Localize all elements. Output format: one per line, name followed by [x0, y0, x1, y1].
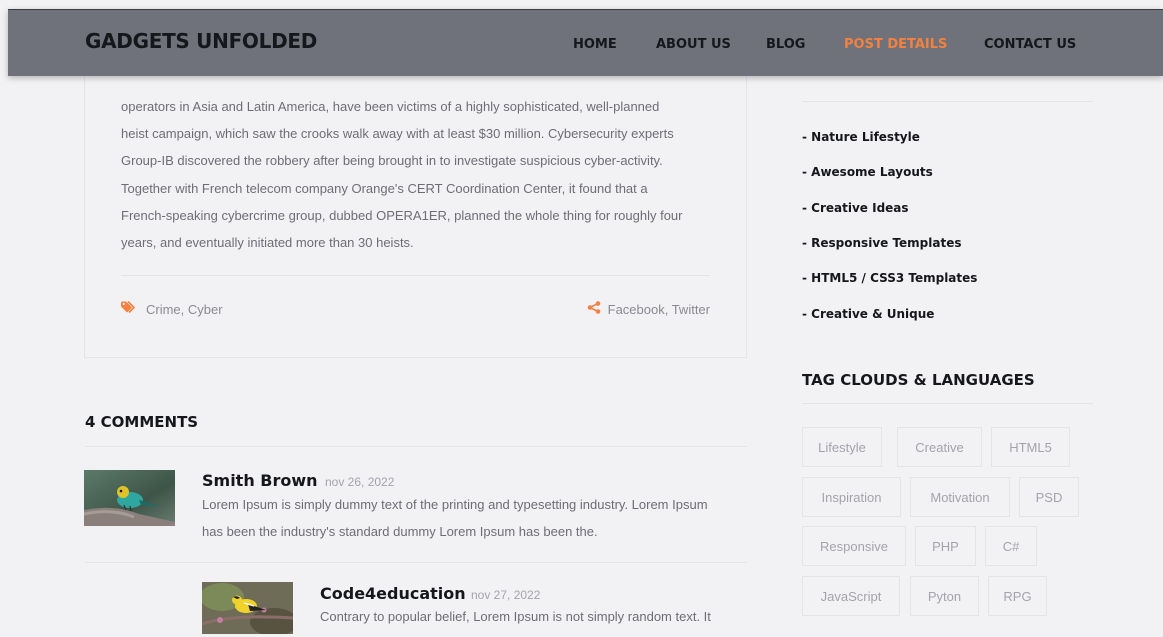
- comment-avatar-bird-image: [202, 582, 293, 634]
- post-line: years, and eventually initiated more tha…: [121, 235, 414, 251]
- site-header: GADGETS UNFOLDED HOME ABOUT US BLOG POST…: [8, 9, 1163, 76]
- tag-cloud-item[interactable]: PSD: [1019, 477, 1079, 517]
- post-divider: [121, 275, 710, 276]
- sidebar-category-link[interactable]: - HTML5 / CSS3 Templates: [802, 271, 977, 285]
- post-line: Together with French telecom company Ora…: [121, 180, 648, 196]
- comments-divider: [85, 446, 747, 447]
- post-tags-link[interactable]: Crime, Cyber: [146, 302, 223, 317]
- post-share: Facebook, Twitter: [587, 301, 710, 317]
- tag-cloud-item[interactable]: Inspiration: [802, 477, 901, 517]
- sidebar-divider: [802, 101, 1093, 102]
- post-body: operators in Asia and Latin America, hav…: [121, 93, 721, 256]
- sidebar-category-link[interactable]: - Creative & Unique: [802, 307, 934, 321]
- tag-cloud-item[interactable]: Motivation: [910, 477, 1010, 517]
- post-line: operators in Asia and Latin America, hav…: [121, 99, 660, 114]
- tag-cloud-item[interactable]: RPG: [988, 576, 1047, 616]
- sidebar-category-link[interactable]: - Creative Ideas: [802, 201, 909, 215]
- post-line: heist campaign, which saw the crooks wal…: [121, 126, 674, 142]
- sidebar-partial-content: [802, 76, 902, 82]
- tag-cloud-item[interactable]: JavaScript: [802, 576, 900, 616]
- comments-title: 4 COMMENTS: [85, 413, 199, 431]
- comment-date: nov 26, 2022: [325, 475, 395, 489]
- share-icon: [587, 301, 601, 317]
- tag-cloud-item[interactable]: C#: [985, 526, 1037, 566]
- tag-cloud-item[interactable]: PHP: [915, 526, 976, 566]
- comment-author: Code4education: [320, 584, 466, 603]
- sidebar-category-link[interactable]: - Nature Lifestyle: [802, 130, 920, 144]
- nav-item-contact-us[interactable]: CONTACT US: [984, 37, 1076, 52]
- comment-author: Smith Brown: [202, 471, 318, 490]
- post-share-links[interactable]: Facebook, Twitter: [608, 302, 710, 317]
- post-tags: Crime, Cyber: [121, 300, 223, 317]
- nav-item-about-us[interactable]: ABOUT US: [656, 37, 731, 52]
- sidebar-category-link[interactable]: - Responsive Templates: [802, 236, 962, 250]
- post-line: French-speaking cybercrime group, dubbed…: [121, 207, 683, 223]
- tag-cloud-item[interactable]: HTML5: [991, 427, 1070, 467]
- tag-cloud-item[interactable]: Lifestyle: [802, 427, 882, 467]
- comment-line: has been the industry's standard dummy L…: [202, 524, 598, 539]
- comment-separator: [85, 562, 747, 563]
- comment-date: nov 27, 2022: [471, 588, 541, 602]
- comment-text: Contrary to popular belief, Lorem Ipsum …: [320, 603, 747, 630]
- nav-item-post-details[interactable]: POST DETAILS: [844, 37, 947, 52]
- nav-item-blog[interactable]: BLOG: [766, 37, 805, 52]
- sidebar-divider: [802, 403, 1093, 404]
- site-logo[interactable]: GADGETS UNFOLDED: [85, 29, 317, 53]
- tag-cloud-item[interactable]: Responsive: [802, 526, 906, 566]
- tag-cloud-item[interactable]: Pyton: [910, 576, 979, 616]
- comment-line: Contrary to popular belief, Lorem Ipsum …: [320, 609, 711, 624]
- comment-text: Lorem Ipsum is simply dummy text of the …: [202, 491, 747, 545]
- sidebar-category-link[interactable]: - Awesome Layouts: [802, 165, 933, 179]
- post-line: Group-IB discovered the robbery after be…: [121, 153, 663, 169]
- nav-item-home[interactable]: HOME: [573, 37, 617, 52]
- tag-cloud-item[interactable]: Creative: [897, 427, 982, 467]
- comment-avatar-bird-image: [84, 470, 175, 526]
- comment-line: Lorem Ipsum is simply dummy text of the …: [202, 497, 708, 512]
- sidebar-tags-title: TAG CLOUDS & LANGUAGES: [802, 371, 1035, 389]
- tag-icon: [121, 300, 138, 317]
